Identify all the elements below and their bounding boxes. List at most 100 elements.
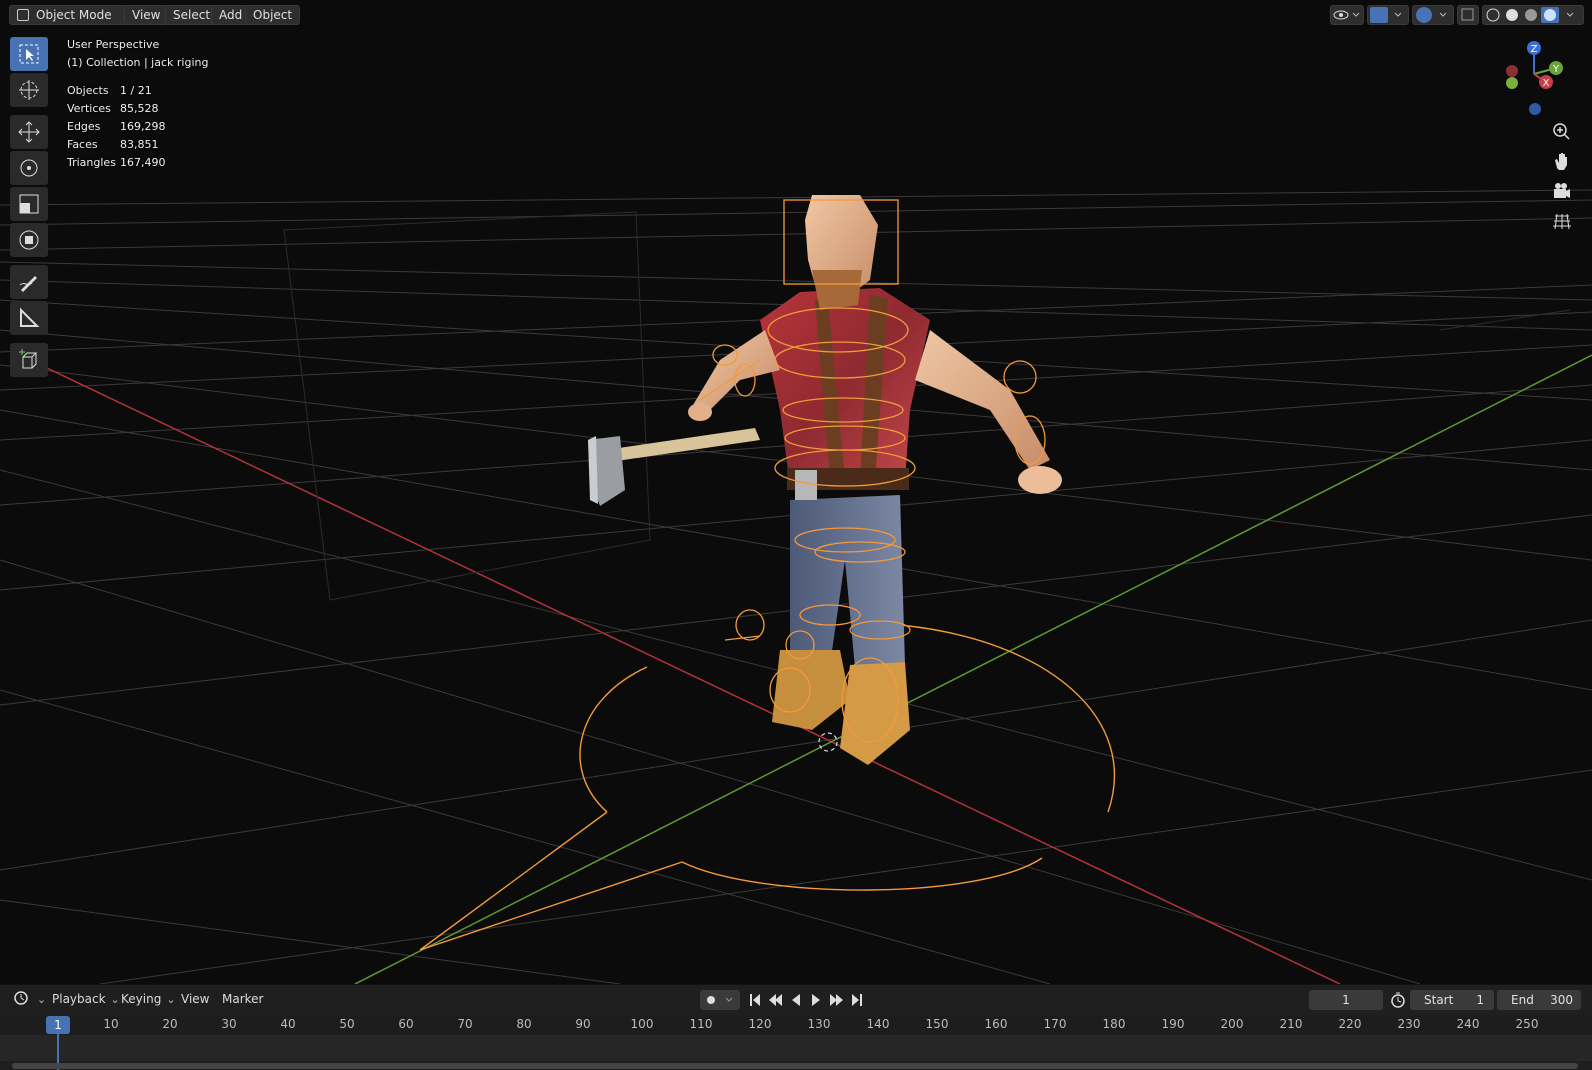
add-cube-tool[interactable]: [10, 343, 48, 377]
ruler-tick: 160: [984, 1017, 1008, 1031]
timeline-header: Playback Keying View Marker 1 Start 1 En…: [0, 985, 1592, 1015]
ruler-tick: 10: [103, 1017, 119, 1031]
keying-menu[interactable]: Keying: [115, 990, 182, 1010]
ruler-tick: 110: [689, 1017, 713, 1031]
current-frame-field[interactable]: 1: [1309, 990, 1383, 1010]
annotate-tool[interactable]: [10, 265, 48, 299]
cursor-tool[interactable]: [10, 73, 48, 107]
ruler-tick: 140: [866, 1017, 890, 1031]
playhead-frame-label[interactable]: 1: [46, 1016, 70, 1034]
gizmo-z-label: Z: [1531, 44, 1538, 55]
viewport-header: Object Mode View Select Add Object: [0, 0, 1592, 30]
frame-ruler[interactable]: 10 20 30 40 50 60 70 80 90 100 110 120 1…: [0, 1015, 1592, 1035]
ruler-tick: 90: [575, 1017, 591, 1031]
ortho-toggle-button[interactable]: [1548, 208, 1576, 236]
overlays-dropdown[interactable]: [1412, 5, 1454, 25]
auto-keying-toggle[interactable]: [700, 990, 740, 1010]
stat-value: 1 / 21: [120, 84, 152, 97]
object-mode-dropdown[interactable]: Object Mode: [9, 5, 139, 25]
perspective-label: User Perspective: [67, 38, 160, 51]
marker-menu[interactable]: Marker: [216, 990, 269, 1010]
move-icon: [18, 121, 40, 143]
play-reverse-icon: [792, 994, 800, 1006]
menu-view[interactable]: View: [124, 5, 169, 25]
pan-button[interactable]: [1548, 148, 1576, 176]
annotate-icon: [19, 276, 37, 292]
jump-end-icon: [852, 994, 862, 1006]
select-box-tool[interactable]: [10, 37, 48, 71]
grid-icon: [1553, 213, 1571, 230]
visibility-dropdown[interactable]: [1330, 5, 1364, 25]
stat-row: Triangles 167,490: [67, 154, 166, 172]
ruler-tick: 220: [1338, 1017, 1362, 1031]
stat-value: 83,851: [120, 138, 159, 151]
solid-shading-icon: [1506, 9, 1518, 21]
scene-canvas[interactable]: [0, 0, 1592, 984]
play-icon: [812, 994, 820, 1006]
start-frame-field[interactable]: Start 1: [1410, 990, 1494, 1010]
stat-value: 169,298: [120, 120, 166, 133]
end-frame-field[interactable]: End 300: [1497, 990, 1581, 1010]
wireframe-shading-icon: [1486, 8, 1500, 22]
playback-controls[interactable]: [748, 990, 868, 1010]
ruler-tick: 120: [748, 1017, 772, 1031]
prev-keyframe-icon: [769, 994, 782, 1006]
stat-row: Objects 1 / 21: [67, 82, 166, 100]
next-keyframe-icon: [830, 994, 843, 1006]
shading-modes[interactable]: [1482, 5, 1584, 25]
eye-icon: [1333, 10, 1360, 20]
gizmo-dropdown[interactable]: [1367, 5, 1409, 25]
xray-icon: [1461, 8, 1474, 21]
3d-viewport[interactable]: Object Mode View Select Add Object: [0, 0, 1592, 984]
viewport-info: User Perspective (1) Collection | jack r…: [67, 36, 208, 72]
measure-icon: [20, 307, 40, 327]
keyframe-track[interactable]: [0, 1035, 1592, 1061]
collection-label: (1) Collection | jack riging: [67, 56, 209, 69]
scale-tool[interactable]: [10, 187, 48, 221]
move-tool[interactable]: [10, 115, 48, 149]
gizmo-x-label: X: [1543, 78, 1550, 89]
scale-icon: [19, 194, 39, 214]
ruler-tick: 190: [1161, 1017, 1185, 1031]
cursor-icon: [19, 80, 39, 100]
ruler-tick: 130: [807, 1017, 831, 1031]
stat-value: 85,528: [120, 102, 159, 115]
preview-range-icon[interactable]: [1390, 992, 1406, 1008]
rotate-icon: [20, 159, 38, 177]
scene-statistics: Objects 1 / 21 Vertices 85,528 Edges 169,29…: [67, 82, 166, 172]
menu-object[interactable]: Object: [245, 5, 301, 25]
rendered-shading-icon: [1544, 9, 1556, 21]
playback-menu[interactable]: Playback: [46, 990, 126, 1010]
transform-tool[interactable]: [10, 223, 48, 257]
jump-start-icon: [750, 994, 760, 1006]
stat-label: Triangles: [67, 156, 116, 169]
ruler-tick: 240: [1456, 1017, 1480, 1031]
stat-label: Vertices: [67, 102, 111, 115]
stat-value: 167,490: [120, 156, 166, 169]
zoom-button[interactable]: [1548, 118, 1576, 146]
gizmo-y-label: Y: [1552, 64, 1560, 75]
stat-row: Faces 83,851: [67, 136, 166, 154]
timeline-editor: Playback Keying View Marker 1 Start 1 En…: [0, 984, 1592, 1070]
ruler-tick: 70: [457, 1017, 473, 1031]
end-label: End: [1511, 993, 1534, 1007]
rotate-tool[interactable]: [10, 151, 48, 185]
ruler-tick: 230: [1397, 1017, 1421, 1031]
camera-view-button[interactable]: [1548, 178, 1576, 206]
ruler-tick: 180: [1102, 1017, 1126, 1031]
xray-toggle[interactable]: [1457, 5, 1479, 25]
ruler-tick: 50: [339, 1017, 355, 1031]
ruler-tick: 210: [1279, 1017, 1303, 1031]
ruler-tick: 80: [516, 1017, 532, 1031]
start-label: Start: [1424, 993, 1454, 1007]
hand-icon: [1555, 153, 1567, 170]
navigation-gizmo[interactable]: Z Y X: [1488, 36, 1568, 122]
add-cube-icon: [19, 349, 38, 369]
end-value: 300: [1550, 993, 1573, 1007]
stat-label: Faces: [67, 138, 98, 151]
object-mode-label: Object Mode: [36, 8, 112, 22]
measure-tool[interactable]: [10, 301, 48, 335]
timeline-view-menu[interactable]: View: [175, 990, 215, 1010]
stat-label: Objects: [67, 84, 109, 97]
timeline-scrollbar[interactable]: [12, 1063, 1578, 1069]
